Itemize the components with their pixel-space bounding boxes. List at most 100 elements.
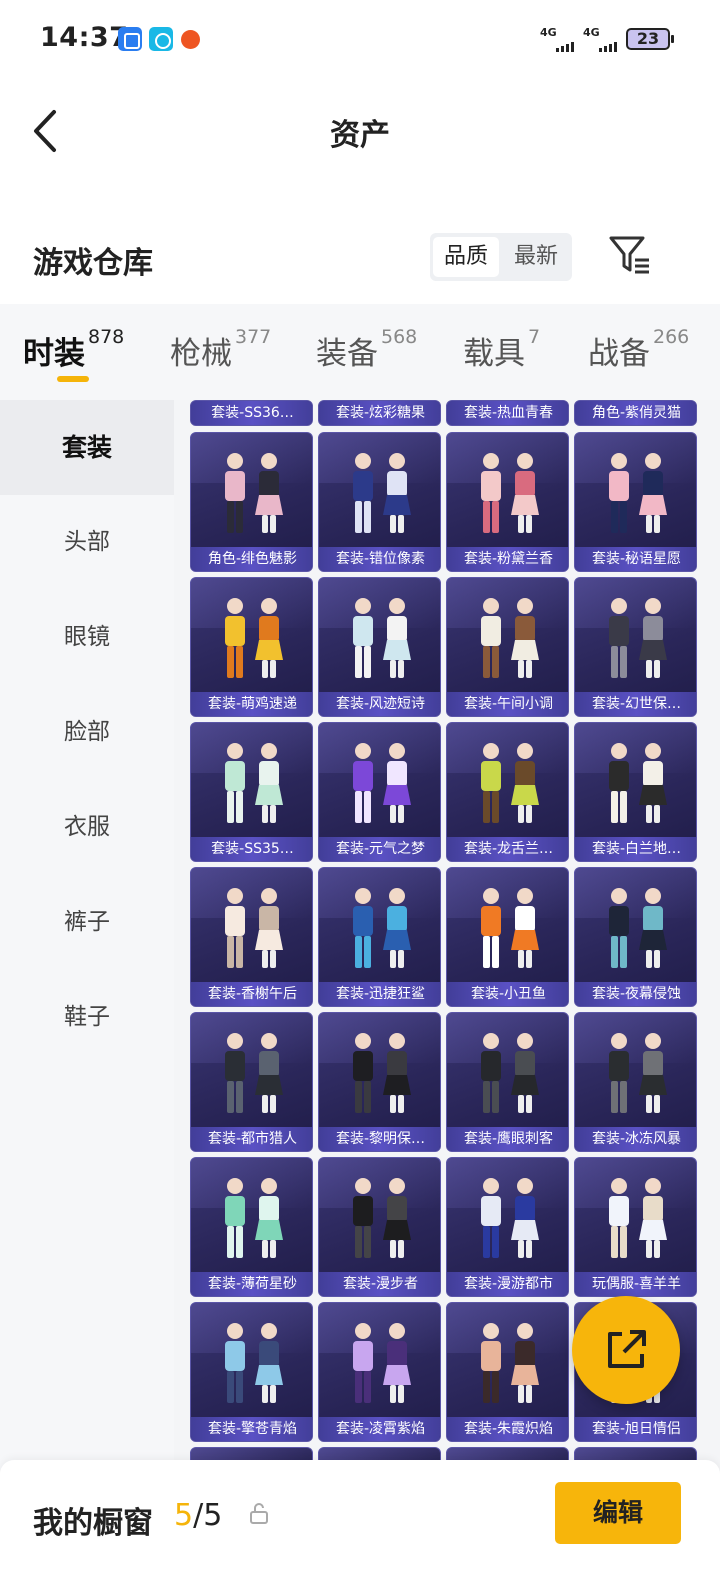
- item-card[interactable]: 套装-迅捷狂鲨: [318, 867, 441, 1007]
- sort-by-latest-button[interactable]: 最新: [503, 237, 569, 277]
- app-notification-icon: [118, 27, 142, 51]
- item-card[interactable]: 套装-小丑鱼: [446, 867, 569, 1007]
- item-card[interactable]: 套装-漫步者: [318, 1157, 441, 1297]
- tab-label: 战备: [588, 336, 650, 372]
- item-card[interactable]: 套装-错位像素: [318, 432, 441, 572]
- sidebar-item-head[interactable]: 头部: [0, 495, 174, 590]
- item-card[interactable]: 套装-秘语星愿: [574, 432, 697, 572]
- item-card-label: 套装-夜幕侵蚀: [575, 982, 696, 1006]
- tab-vehicles[interactable]: 载具 7: [463, 326, 541, 378]
- item-card-label: 套装-薄荷星砂: [191, 1272, 312, 1296]
- outfit-figure-icon: [609, 743, 667, 823]
- item-card[interactable]: 套装-夜幕侵蚀: [574, 867, 697, 1007]
- page-header: 资产: [0, 78, 720, 200]
- outfit-figure-icon: [481, 888, 539, 968]
- item-card[interactable]: 套装-白兰地…: [574, 722, 697, 862]
- item-card[interactable]: 角色-紫俏灵猫: [574, 400, 697, 426]
- outfit-figure-icon: [481, 1323, 539, 1403]
- share-icon: [608, 1330, 646, 1368]
- item-card[interactable]: 套装-都市猎人: [190, 1012, 313, 1152]
- outfit-figure-icon: [481, 1178, 539, 1258]
- item-card-label: 套装-白兰地…: [575, 837, 696, 861]
- item-card[interactable]: 角色-绯色魅影: [190, 432, 313, 572]
- outfit-figure-icon: [225, 888, 283, 968]
- outfit-figure-icon: [481, 453, 539, 533]
- item-card-label: 套装-元气之梦: [319, 837, 440, 861]
- item-card[interactable]: 套装-冰冻风暴: [574, 1012, 697, 1152]
- item-card[interactable]: 套装-萌鸡速递: [190, 577, 313, 717]
- showcase-label: 我的橱窗: [33, 1506, 153, 1541]
- edit-button[interactable]: 编辑: [555, 1482, 681, 1544]
- item-card[interactable]: [446, 1447, 569, 1460]
- page-title: 资产: [330, 118, 390, 153]
- tab-equipment[interactable]: 装备 568: [316, 326, 417, 378]
- item-card[interactable]: 玩偶服-喜羊羊: [574, 1157, 697, 1297]
- item-card-label: 角色-绯色魅影: [191, 547, 312, 571]
- outfit-figure-icon: [225, 743, 283, 823]
- item-card[interactable]: 套装-炫彩糖果: [318, 400, 441, 426]
- warehouse-header: 游戏仓库 品质 最新: [0, 200, 720, 304]
- item-card-label: 套装-都市猎人: [191, 1127, 312, 1151]
- item-card-label: 套装-冰冻风暴: [575, 1127, 696, 1151]
- showcase-bar: 我的橱窗 5/5 编辑: [0, 1460, 720, 1584]
- item-card[interactable]: 套装-热血青春: [446, 400, 569, 426]
- outfit-figure-icon: [225, 1323, 283, 1403]
- item-card[interactable]: 套装-薄荷星砂: [190, 1157, 313, 1297]
- outfit-figure-icon: [225, 1178, 283, 1258]
- item-card[interactable]: 套装-擎苍青焰: [190, 1302, 313, 1442]
- item-card[interactable]: 套装-凌霄紫焰: [318, 1302, 441, 1442]
- item-card[interactable]: 套装-SS35…: [190, 722, 313, 862]
- sort-by-quality-button[interactable]: 品质: [433, 237, 499, 277]
- item-card[interactable]: [190, 1447, 313, 1460]
- outfit-figure-icon: [353, 1178, 411, 1258]
- outfit-figure-icon: [353, 453, 411, 533]
- item-card-label: 套装-热血青春: [447, 401, 568, 425]
- item-card-label: 套装-香榭午后: [191, 982, 312, 1006]
- item-card[interactable]: 套装-鹰眼刺客: [446, 1012, 569, 1152]
- section-title: 游戏仓库: [33, 246, 153, 281]
- item-card[interactable]: 套装-SS36…: [190, 400, 313, 426]
- share-button[interactable]: [572, 1296, 680, 1404]
- item-card[interactable]: 套装-粉黛兰香: [446, 432, 569, 572]
- sidebar-item-face[interactable]: 脸部: [0, 685, 174, 780]
- item-card[interactable]: [318, 1447, 441, 1460]
- filter-icon[interactable]: [608, 234, 652, 276]
- item-card-label: 套装-午间小调: [447, 692, 568, 716]
- item-card[interactable]: 套装-黎明保…: [318, 1012, 441, 1152]
- status-bar: 14:37 4G 4G 23: [0, 0, 720, 78]
- item-card[interactable]: 套装-午间小调: [446, 577, 569, 717]
- outfit-figure-icon: [609, 1033, 667, 1113]
- browser-notification-icon: [149, 27, 173, 51]
- sidebar-item-glasses[interactable]: 眼镜: [0, 590, 174, 685]
- item-card-label: 套装-粉黛兰香: [447, 547, 568, 571]
- tab-count: 7: [528, 326, 541, 348]
- item-card[interactable]: 套装-幻世保…: [574, 577, 697, 717]
- showcase-count-current: 5: [174, 1498, 194, 1533]
- sidebar-item-pants[interactable]: 裤子: [0, 875, 174, 970]
- tab-label: 时装: [23, 336, 85, 372]
- sidebar-item-shoes[interactable]: 鞋子: [0, 970, 174, 1065]
- item-card-label: 套装-龙舌兰…: [447, 837, 568, 861]
- item-card[interactable]: 套装-元气之梦: [318, 722, 441, 862]
- tab-fashion[interactable]: 时装 878: [23, 326, 124, 378]
- tab-count: 266: [653, 326, 690, 348]
- item-card[interactable]: 套装-风迹短诗: [318, 577, 441, 717]
- item-card[interactable]: 套装-龙舌兰…: [446, 722, 569, 862]
- tab-guns[interactable]: 枪械 377: [170, 326, 271, 378]
- tab-label: 枪械: [170, 336, 232, 372]
- outfit-figure-icon: [225, 598, 283, 678]
- showcase-count-separator: /: [193, 1498, 204, 1533]
- item-card[interactable]: [574, 1447, 697, 1460]
- sidebar-item-outfit[interactable]: 套装: [0, 400, 174, 495]
- sidebar-item-clothes[interactable]: 衣服: [0, 780, 174, 875]
- item-card-label: 套装-小丑鱼: [447, 982, 568, 1006]
- item-card-label: 套装-风迹短诗: [319, 692, 440, 716]
- item-card[interactable]: 套装-漫游都市: [446, 1157, 569, 1297]
- battery-icon: 23: [626, 28, 674, 50]
- tab-label: 装备: [316, 336, 378, 372]
- item-card[interactable]: 套装-朱霞炽焰: [446, 1302, 569, 1442]
- item-card[interactable]: 套装-香榭午后: [190, 867, 313, 1007]
- network-type-2: 4G: [583, 26, 600, 39]
- tab-battle-supplies[interactable]: 战备 266: [588, 326, 690, 378]
- outfit-figure-icon: [609, 888, 667, 968]
